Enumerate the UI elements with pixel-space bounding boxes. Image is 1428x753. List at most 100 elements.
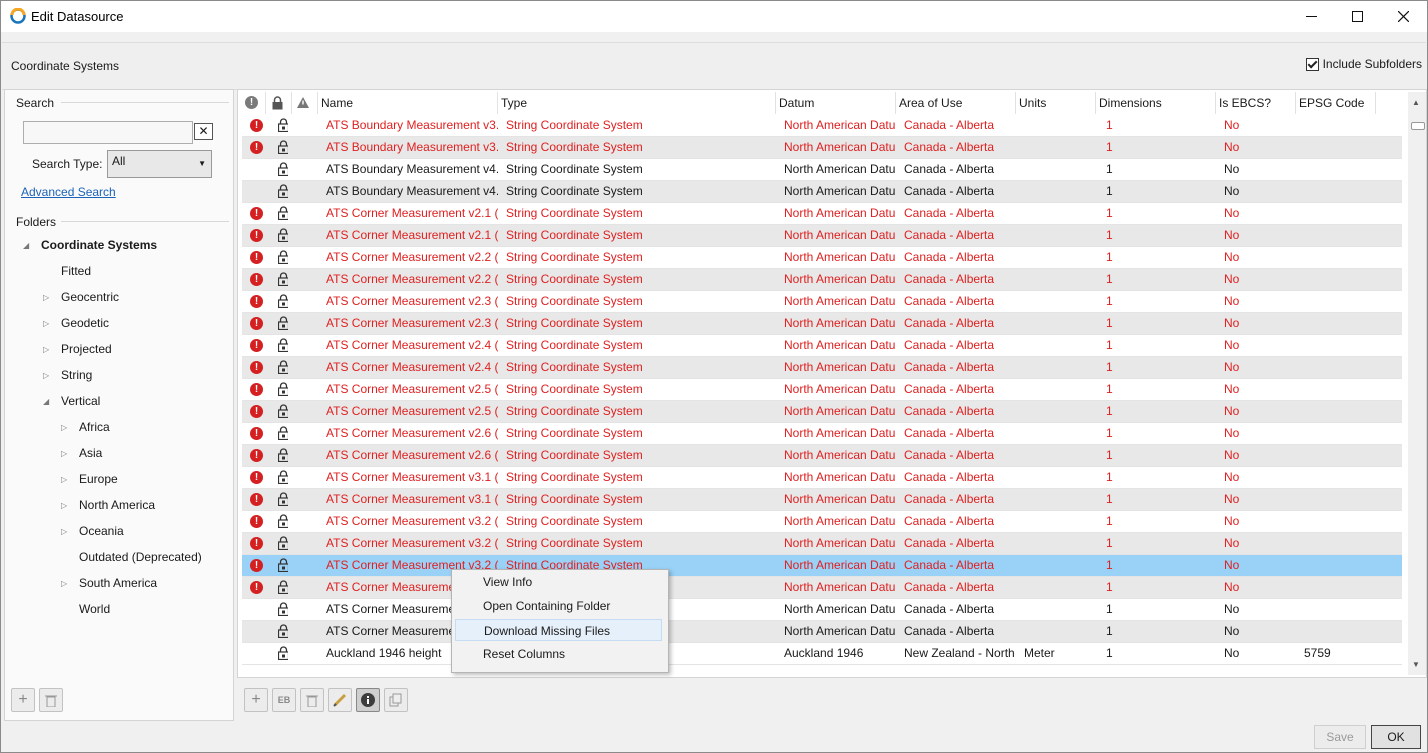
save-button[interactable]: Save	[1314, 725, 1366, 749]
folder-tree-item[interactable]: Coordinate Systems	[41, 238, 157, 252]
search-input[interactable]	[23, 121, 193, 144]
context-menu-view-info[interactable]: View Info	[455, 571, 662, 593]
table-row[interactable]: ! ATS Corner Measurement v2.3 (I String Co…	[242, 313, 1402, 335]
lock-icon	[278, 162, 288, 176]
table-row[interactable]: ! ATS Corner Measurement v3.1 (I String Co…	[242, 467, 1402, 489]
minimize-button[interactable]	[1288, 1, 1334, 32]
folder-tree-item[interactable]: Oceania	[79, 524, 124, 538]
ok-button[interactable]: OK	[1371, 725, 1421, 749]
scroll-thumb[interactable]	[1411, 122, 1425, 130]
table-row[interactable]: ! ATS Corner Measurement v3.2 (I String Co…	[242, 533, 1402, 555]
column-header-datum[interactable]: Datum	[776, 92, 896, 114]
add-folder-button[interactable]: +	[11, 688, 35, 712]
title-bar[interactable]: Edit Datasource	[1, 1, 1427, 32]
view-info-button[interactable]	[356, 688, 380, 712]
ebcs-button[interactable]: EB	[272, 688, 296, 712]
context-menu-open-folder[interactable]: Open Containing Folder	[455, 595, 662, 617]
folder-tree-item[interactable]: North America	[79, 498, 155, 512]
context-menu-download-missing[interactable]: Download Missing Files	[455, 619, 662, 641]
column-header-type[interactable]: Type	[498, 92, 776, 114]
table-row[interactable]: ! ATS Corner Measurement v2.1 (I String Co…	[242, 203, 1402, 225]
table-row[interactable]: ! ATS Corner Measureme North American Datu…	[242, 577, 1402, 599]
folder-tree-item[interactable]: World	[79, 602, 110, 616]
include-subfolders-checkbox[interactable]	[1305, 57, 1319, 71]
copy-item-button[interactable]	[384, 688, 408, 712]
column-header-area[interactable]: Area of Use	[896, 92, 1016, 114]
collapsed-arrow-icon[interactable]: ▷	[61, 475, 67, 484]
lock-column-header[interactable]	[266, 92, 292, 114]
collapsed-arrow-icon[interactable]: ▷	[43, 371, 49, 380]
collapsed-arrow-icon[interactable]: ▷	[43, 293, 49, 302]
folder-tree-item[interactable]: Geodetic	[61, 316, 109, 330]
search-type-select[interactable]: All ▼	[107, 150, 212, 178]
info-status-icon: !	[245, 96, 258, 109]
table-row[interactable]: Auckland 1946 height Auckland 1946 New Zea…	[242, 643, 1402, 665]
status-column-header[interactable]: !	[238, 92, 266, 114]
maximize-button[interactable]	[1334, 1, 1380, 32]
cell-type: String Coordinate System	[506, 492, 643, 506]
advanced-search-link[interactable]: Advanced Search	[21, 185, 116, 199]
include-subfolders-toggle[interactable]: Include Subfolders	[1305, 57, 1422, 71]
column-header-epsg[interactable]: EPSG Code	[1296, 92, 1376, 114]
folder-tree-item[interactable]: String	[61, 368, 92, 382]
folder-tree-item[interactable]: Europe	[79, 472, 118, 486]
cell-ebcs: No	[1224, 448, 1240, 462]
table-row[interactable]: ! ATS Corner Measurement v2.2 (I String Co…	[242, 247, 1402, 269]
clear-search-button[interactable]: ✕	[194, 123, 213, 140]
folder-tree-item[interactable]: Vertical	[61, 394, 100, 408]
table-row[interactable]: ! ATS Boundary Measurement v3. String Coor…	[242, 115, 1402, 137]
edit-item-button[interactable]	[328, 688, 352, 712]
folder-tree-item[interactable]: Outdated (Deprecated)	[79, 550, 202, 564]
table-row[interactable]: ATS Boundary Measurement v4. String Coord…	[242, 159, 1402, 181]
column-header-name[interactable]: Name	[318, 92, 498, 114]
collapsed-arrow-icon[interactable]: ▷	[61, 423, 67, 432]
table-row[interactable]: ! ATS Corner Measurement v2.4 (I String Co…	[242, 357, 1402, 379]
expanded-arrow-icon[interactable]: ◢	[23, 241, 29, 250]
column-header-is-ebcs[interactable]: Is EBCS?	[1216, 92, 1296, 114]
error-icon: !	[250, 339, 263, 352]
table-row[interactable]: ! ATS Corner Measurement v2.5 (I String Co…	[242, 379, 1402, 401]
context-menu-reset-columns[interactable]: Reset Columns	[455, 643, 662, 665]
table-row[interactable]: ATS Boundary Measurement v4. String Coord…	[242, 181, 1402, 203]
cell-type: String Coordinate System	[506, 272, 643, 286]
table-row[interactable]: ! ATS Boundary Measurement v3. String Coor…	[242, 137, 1402, 159]
folder-tree-item[interactable]: Geocentric	[61, 290, 119, 304]
table-row[interactable]: ! ATS Corner Measurement v3.2 (I String Co…	[242, 511, 1402, 533]
folder-tree-item[interactable]: Africa	[79, 420, 110, 434]
grid-vertical-scrollbar[interactable]: ▲ ▼	[1408, 92, 1426, 675]
add-item-button[interactable]: +	[244, 688, 268, 712]
collapsed-arrow-icon[interactable]: ▷	[61, 579, 67, 588]
table-row[interactable]: ATS Corner Measureme North American Datu C…	[242, 599, 1402, 621]
collapsed-arrow-icon[interactable]: ▷	[61, 501, 67, 510]
coordinate-systems-grid: ! Name Type Datum Area of Use Units Dime…	[237, 89, 1427, 678]
delete-folder-button[interactable]	[39, 688, 63, 712]
cell-ebcs: No	[1224, 492, 1240, 506]
warning-column-header[interactable]	[292, 92, 318, 114]
column-header-dimensions[interactable]: Dimensions	[1096, 92, 1216, 114]
table-row[interactable]: ! ATS Corner Measurement v2.1 (I String Co…	[242, 225, 1402, 247]
collapsed-arrow-icon[interactable]: ▷	[61, 527, 67, 536]
table-row[interactable]: ATS Corner Measureme North American Datu C…	[242, 621, 1402, 643]
table-row[interactable]: ! ATS Corner Measurement v3.2 (I String Co…	[242, 555, 1402, 577]
collapsed-arrow-icon[interactable]: ▷	[43, 319, 49, 328]
table-row[interactable]: ! ATS Corner Measurement v2.6 (I String Co…	[242, 423, 1402, 445]
table-row[interactable]: ! ATS Corner Measurement v3.1 (I String Co…	[242, 489, 1402, 511]
table-row[interactable]: ! ATS Corner Measurement v2.3 (I String Co…	[242, 291, 1402, 313]
table-row[interactable]: ! ATS Corner Measurement v2.5 (I String Co…	[242, 401, 1402, 423]
scroll-up-icon[interactable]: ▲	[1412, 98, 1420, 107]
folder-tree-item[interactable]: Fitted	[61, 264, 91, 278]
close-button[interactable]	[1380, 1, 1426, 32]
scroll-down-icon[interactable]: ▼	[1412, 660, 1420, 669]
table-row[interactable]: ! ATS Corner Measurement v2.6 (I String Co…	[242, 445, 1402, 467]
folder-tree-item[interactable]: Asia	[79, 446, 102, 460]
cell-epsg	[1304, 115, 1376, 136]
collapsed-arrow-icon[interactable]: ▷	[61, 449, 67, 458]
delete-item-button[interactable]	[300, 688, 324, 712]
column-header-units[interactable]: Units	[1016, 92, 1096, 114]
table-row[interactable]: ! ATS Corner Measurement v2.2 (I String Co…	[242, 269, 1402, 291]
collapsed-arrow-icon[interactable]: ▷	[43, 345, 49, 354]
table-row[interactable]: ! ATS Corner Measurement v2.4 (I String Co…	[242, 335, 1402, 357]
folder-tree-item[interactable]: Projected	[61, 342, 112, 356]
expanded-arrow-icon[interactable]: ◢	[43, 397, 49, 406]
folder-tree-item[interactable]: South America	[79, 576, 157, 590]
